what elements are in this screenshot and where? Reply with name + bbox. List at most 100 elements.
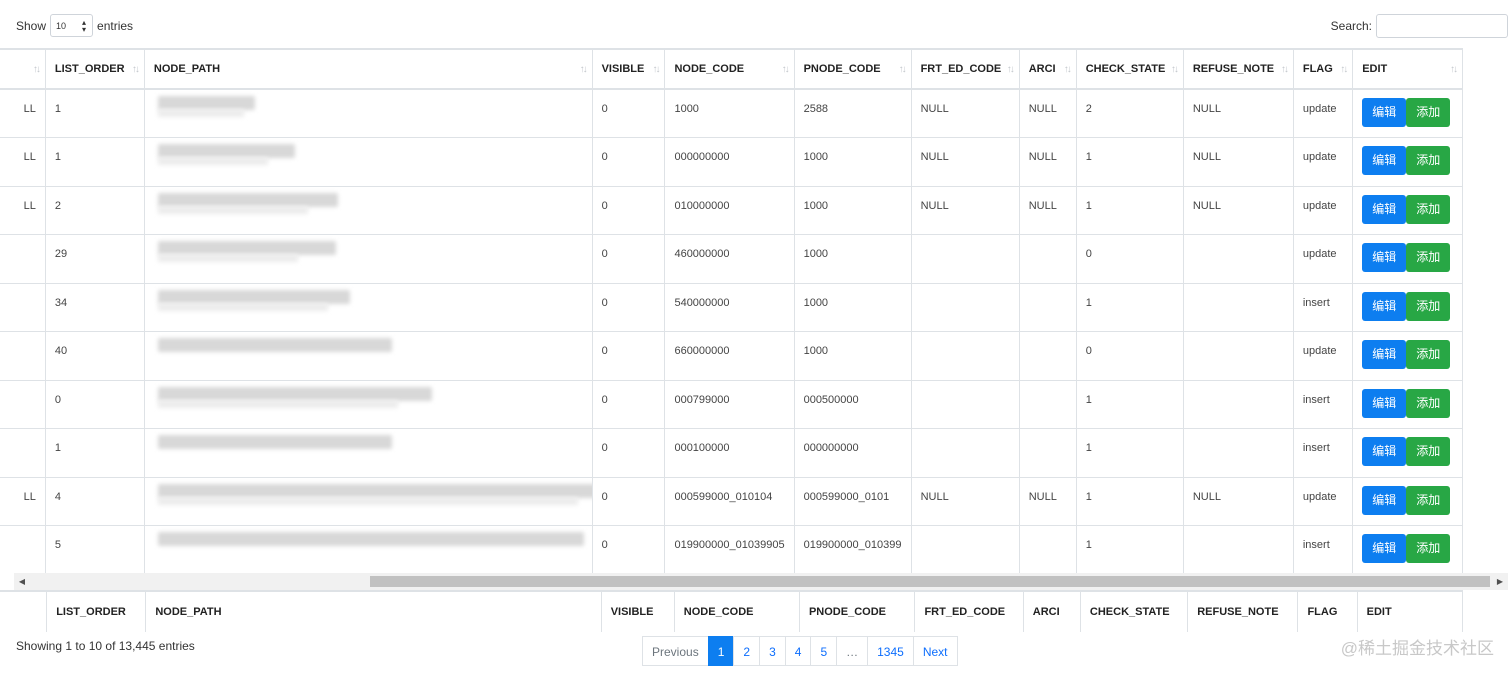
scrollbar-thumb[interactable]	[370, 576, 1490, 587]
cell-pnode-code: 1000	[793, 137, 912, 187]
cell-pnode-code: 1000	[793, 331, 912, 381]
page-button-2[interactable]: 2	[733, 636, 761, 666]
edit-button[interactable]: 编辑	[1362, 98, 1407, 127]
sort-arrows-icon: ↑↓	[1063, 64, 1072, 75]
cell-flag: update	[1292, 185, 1354, 235]
cell-visible: 0	[591, 379, 666, 429]
add-button[interactable]: 添加	[1406, 291, 1451, 321]
cell-frt-ed-code: NULL	[910, 137, 1020, 187]
column-header-check-state[interactable]: CHECK_STATE ↑↓	[1075, 48, 1184, 90]
column-header-list-order[interactable]: LIST_ORDER ↑↓	[44, 48, 145, 90]
column-header-edit[interactable]: EDIT ↑↓	[1352, 48, 1463, 90]
cell-pnode-code: 019900000_010399	[793, 525, 912, 573]
column-header-node-code[interactable]: NODE_CODE ↑↓	[664, 48, 795, 90]
column-header-node-path[interactable]: NODE_PATH ↑↓	[143, 48, 593, 90]
cell-te: LL	[0, 137, 46, 187]
cell-te: LL	[0, 476, 46, 526]
cell-node-code: 000599000_010104	[664, 476, 795, 526]
column-header-label: REFUSE_NOTE	[1192, 63, 1275, 75]
column-footer-arci: ARCI	[1022, 590, 1081, 632]
cell-visible: 0	[591, 282, 666, 332]
edit-button[interactable]: 编辑	[1362, 485, 1407, 515]
cell-edit: 编辑 添加	[1352, 476, 1463, 526]
edit-button[interactable]: 编辑	[1362, 340, 1407, 369]
scroll-left-icon[interactable]: ◀	[14, 573, 30, 590]
edit-button[interactable]: 编辑	[1362, 291, 1407, 321]
page-button-1[interactable]: 1	[707, 636, 735, 666]
add-button[interactable]: 添加	[1406, 388, 1451, 418]
page-button-4[interactable]: 4	[784, 636, 812, 666]
node-path-cell-redacted	[143, 137, 593, 187]
cell-arci: NULL	[1018, 88, 1077, 138]
horizontal-scrollbar[interactable]: ◀ ▶	[14, 573, 1508, 590]
cell-check-state: 1	[1075, 379, 1184, 429]
sort-arrows-icon: ↑↓	[1006, 64, 1015, 75]
edit-button[interactable]: 编辑	[1362, 243, 1407, 272]
page-button-5[interactable]: 5	[810, 636, 838, 666]
column-header-frt-ed-code[interactable]: FRT_ED_CODE ↑↓	[910, 48, 1020, 90]
cell-frt-ed-code	[910, 282, 1020, 332]
add-button[interactable]: 添加	[1406, 534, 1451, 563]
table-row: 5 0 019900000_01039905 019900000_010399 1 ins…	[0, 525, 1463, 573]
edit-button[interactable]: 编辑	[1362, 534, 1407, 563]
search-input[interactable]	[1376, 14, 1508, 38]
cell-list-order: 40	[44, 331, 145, 381]
page-length-control: Show 10 ▴ ▾ entries	[16, 14, 133, 37]
sort-arrows-icon: ↑↓	[652, 64, 660, 75]
column-header-label: ARCI	[1028, 63, 1056, 75]
cell-node-code: 000100000	[664, 428, 795, 478]
cell-visible: 0	[591, 137, 666, 187]
cell-flag: update	[1292, 88, 1354, 138]
cell-frt-ed-code	[910, 428, 1020, 478]
cell-pnode-code: 2588	[793, 88, 912, 138]
table-row: LL 1 0 1000 2588 NULL NULL 2 NULL update 编辑 添加	[0, 88, 1463, 138]
column-header-visible[interactable]: VISIBLE ↑↓	[591, 48, 666, 90]
cell-list-order: 5	[44, 525, 145, 573]
column-header-pnode-code[interactable]: PNODE_CODE ↑↓	[793, 48, 912, 90]
edit-button[interactable]: 编辑	[1362, 146, 1407, 175]
cell-list-order: 2	[44, 185, 145, 235]
sort-arrows-icon: ↑↓	[579, 64, 588, 75]
page-button-1345[interactable]: 1345	[867, 636, 914, 666]
cell-refuse-note: NULL	[1182, 88, 1294, 138]
next-page-button[interactable]: Next	[912, 636, 958, 666]
add-button[interactable]: 添加	[1406, 146, 1451, 175]
cell-visible: 0	[591, 525, 666, 573]
column-header-refuse-note[interactable]: REFUSE_NOTE ↑↓	[1182, 48, 1294, 90]
page-button-3[interactable]: 3	[759, 636, 786, 666]
cell-refuse-note	[1182, 428, 1294, 478]
cell-pnode-code: 1000	[793, 185, 912, 235]
cell-refuse-note	[1182, 331, 1294, 381]
column-header-te[interactable]: TE↑↓	[0, 48, 46, 90]
add-button[interactable]: 添加	[1406, 98, 1451, 127]
add-button[interactable]: 添加	[1406, 485, 1451, 515]
cell-list-order: 1	[44, 88, 145, 138]
column-header-arci[interactable]: ARCI ↑↓	[1018, 48, 1077, 90]
cell-te	[0, 331, 46, 381]
table-scroll-body[interactable]: TE↑↓LIST_ORDER↑↓NODE_PATH↑↓VISIBLE↑↓NODE…	[0, 48, 1512, 573]
sort-arrows-icon: ↑↓	[1280, 64, 1289, 75]
page-length-select[interactable]: 10 ▴ ▾	[50, 14, 94, 37]
edit-button[interactable]: 编辑	[1362, 388, 1407, 418]
add-button[interactable]: 添加	[1406, 194, 1451, 224]
cell-node-code: 660000000	[664, 331, 795, 381]
previous-page-button[interactable]: Previous	[642, 636, 709, 666]
add-button[interactable]: 添加	[1406, 243, 1451, 272]
cell-refuse-note: NULL	[1182, 185, 1294, 235]
add-button[interactable]: 添加	[1406, 437, 1451, 466]
page-ellipsis: …	[836, 636, 869, 666]
cell-arci: NULL	[1018, 476, 1077, 526]
cell-edit: 编辑 添加	[1352, 525, 1463, 573]
column-header-flag[interactable]: FLAG ↑↓	[1292, 48, 1354, 90]
edit-button[interactable]: 编辑	[1362, 194, 1407, 224]
column-header-label: PNODE_CODE	[803, 63, 881, 75]
node-path-cell-redacted	[143, 185, 593, 235]
cell-check-state: 1	[1075, 137, 1184, 187]
edit-button[interactable]: 编辑	[1362, 437, 1407, 466]
cell-check-state: 1	[1075, 476, 1184, 526]
scroll-right-icon[interactable]: ▶	[1492, 573, 1508, 590]
add-button[interactable]: 添加	[1406, 340, 1451, 369]
node-path-cell-redacted	[143, 379, 593, 429]
table-row: 0 0 000799000 000500000 1 insert 编辑 添加	[0, 379, 1463, 429]
cell-frt-ed-code: NULL	[910, 88, 1020, 138]
